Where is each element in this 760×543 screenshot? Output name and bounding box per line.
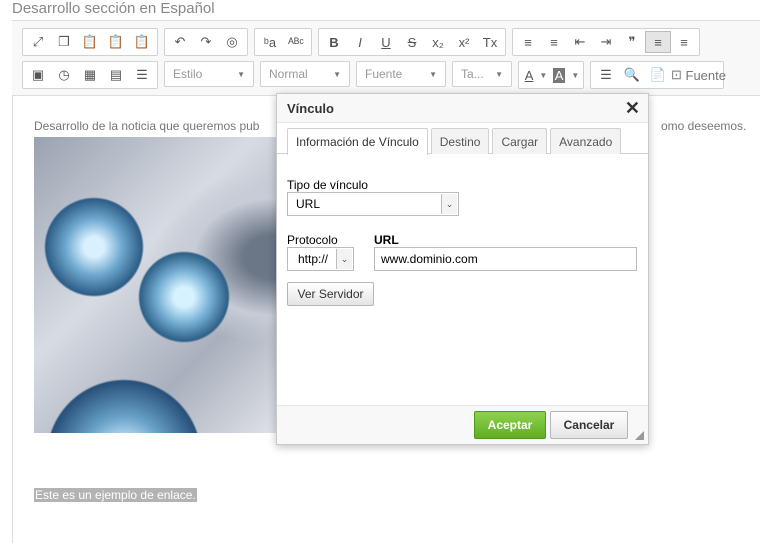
content-image[interactable] [34,137,290,433]
chevron-down-icon: ▼ [539,70,548,80]
toolbar-row-1: ⤢ ❐ 📋 📋 📋 ↶ ↷ ◎ ᵇa ᴬᴮᶜ B I U Sx₂ x² Tx ≡ ≡ ⇤ ⇥ ❞ ≡ ≡ [22,28,700,56]
paragraph-text: Desarrollo de la noticia que queremos pu… [34,119,260,133]
font-combo[interactable]: Fuente ▼ [356,61,446,87]
format-combo[interactable]: Normal ▼ [260,61,350,87]
dialog-tabs: Información de Vínculo Destino Cargar Av… [287,128,622,155]
protocol-select[interactable]: http:// ⌄ [287,247,354,271]
editor-toolbar: ⤢ ❐ 📋 📋 📋 ↶ ↷ ◎ ᵇa ᴬᴮᶜ B I U Sx₂ x² Tx ≡ ≡ ⇤ ⇥ ❞ ≡ ≡ ▣ ◷ ▦ ▤ ☰… [12,20,760,96]
browse-server-button[interactable]: Ver Servidor [287,282,374,306]
preview-icon[interactable]: 🔍 [619,64,645,86]
remove-format-icon[interactable]: Tx [477,31,503,53]
chevron-down-icon: ▼ [429,69,437,79]
source-icon: ⊡ [671,67,686,82]
subscript-icon[interactable]: x₂ [425,31,451,53]
blockquote-icon[interactable]: ❞ [619,31,645,53]
outdent-icon[interactable]: ⇤ [567,31,593,53]
horizontal-rule-icon[interactable]: ☰ [129,64,155,86]
insert-group: ▣ ◷ ▦ ▤ ☰ [22,61,158,89]
paragraph-text-end: omo deseemos. [661,119,747,133]
cancel-button[interactable]: Cancelar [550,411,628,439]
url-input[interactable]: www.dominio.com [374,247,637,271]
chevron-down-icon: ▼ [571,70,580,80]
paste-word-icon[interactable]: 📋 [129,31,155,53]
link-type-select[interactable]: URL ⌄ [287,192,459,216]
document-group: ☰ 🔍 📄 ⊡ Fuente [590,61,726,89]
image-icon[interactable]: ▣ [25,64,51,86]
url-label: URL [374,233,399,247]
templates-icon[interactable]: 📄 [645,64,671,86]
numbered-list-icon[interactable]: ≡ [515,31,541,53]
toolbar-row-2: ▣ ◷ ▦ ▤ ☰ Estilo ▼ Normal ▼ Fuente ▼ Ta... ▼… [22,61,726,89]
dialog-title: Vínculo [277,94,648,123]
copy-icon[interactable]: ❐ [51,31,77,53]
protocol-label: Protocolo [287,233,338,247]
bullet-list-icon[interactable]: ≡ [541,31,567,53]
tab-target[interactable]: Destino [430,128,490,154]
redo-icon[interactable]: ↷ [193,31,219,53]
link-dialog: Vínculo ✕ Información de Vínculo Destino… [276,93,649,445]
align-left-icon[interactable]: ≡ [645,31,671,53]
text-color-glyph: A [524,67,534,83]
color-group: A ▼ A ▼ [518,61,584,89]
superscript-icon[interactable]: x² [451,31,477,53]
chevron-down-icon: ⌄ [336,249,352,269]
style-combo-label: Estilo [173,67,203,81]
link-type-label: Tipo de vínculo [287,178,368,192]
toolbar-group-2: ↶ ↷ ◎ [164,28,248,56]
paste-text-icon[interactable]: 📋 [103,31,129,53]
selected-link-text[interactable]: Este es un ejemplo de enlace. [34,488,197,502]
toolbar-group-4: B I U Sx₂ x² Tx [318,28,506,56]
resize-handle-icon[interactable] [635,431,644,440]
style-combo[interactable]: Estilo ▼ [164,61,254,87]
link-type-value: URL [296,197,321,211]
tab-advanced[interactable]: Avanzado [550,128,622,154]
div-icon[interactable]: ▤ [103,64,129,86]
size-combo[interactable]: Ta... ▼ [452,61,512,87]
paste-icon[interactable]: 📋 [77,31,103,53]
chevron-down-icon: ▼ [495,69,503,79]
spellcheck-icon[interactable]: ᴬᴮᶜ [283,31,309,53]
table-icon[interactable]: ▦ [77,64,103,86]
italic-icon[interactable]: I [347,31,373,53]
tab-link-info[interactable]: Información de Vínculo [287,128,428,155]
show-blocks-icon[interactable]: ☰ [593,64,619,86]
size-combo-label: Ta... [461,67,484,81]
align-center-icon[interactable]: ≡ [671,31,697,53]
protocol-value: http:// [298,252,329,266]
source-button[interactable]: ⊡ Fuente [671,64,726,86]
close-icon[interactable]: ✕ [625,98,640,119]
page-title: Desarrollo sección en Español [12,0,215,17]
format-combo-label: Normal [269,67,308,81]
bold-icon[interactable]: B [321,31,347,53]
chevron-down-icon: ▼ [333,69,341,79]
toolbar-group-1: ⤢ ❐ 📋 📋 📋 [22,28,158,56]
chevron-down-icon: ⌄ [441,194,457,214]
ok-button[interactable]: Aceptar [474,411,546,439]
toolbar-group-3: ᵇa ᴬᴮᶜ [254,28,312,56]
find-replace-icon[interactable]: ᵇa [257,31,283,53]
chevron-down-icon: ▼ [237,69,245,79]
underline-icon[interactable]: U [373,31,399,53]
bg-color-icon[interactable]: A ▼ [551,64,581,86]
undo-icon[interactable]: ↶ [167,31,193,53]
flash-icon[interactable]: ◷ [51,64,77,86]
text-color-icon[interactable]: A ▼ [521,64,551,86]
bg-color-glyph: A [552,67,566,83]
font-combo-label: Fuente [365,67,403,81]
indent-icon[interactable]: ⇥ [593,31,619,53]
browser-icon[interactable]: ◎ [219,31,245,53]
tab-upload[interactable]: Cargar [492,128,548,154]
toolbar-group-5: ≡ ≡ ⇤ ⇥ ❞ ≡ ≡ [512,28,700,56]
maximize-icon[interactable]: ⤢ [25,31,51,53]
source-label: Fuente [685,67,726,83]
strike-icon[interactable]: S [399,31,425,53]
